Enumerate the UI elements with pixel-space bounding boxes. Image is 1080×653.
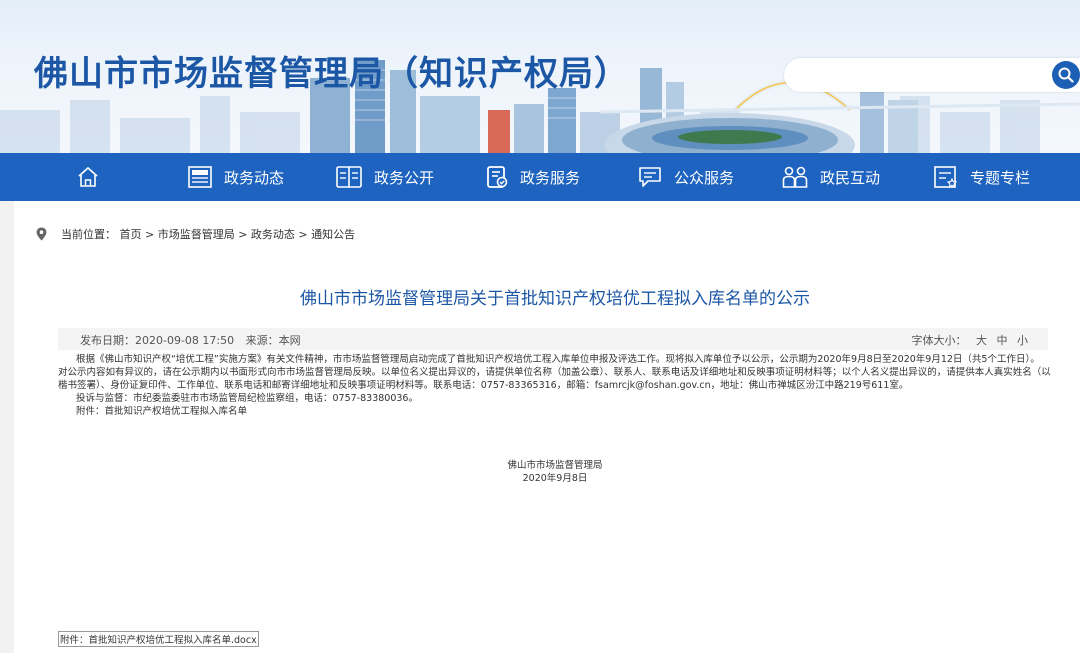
publish-date: 发布日期：2020-09-08 17:50 [80,334,235,347]
service-icon [487,166,508,188]
font-size-label: 字体大小： [911,334,967,347]
search-box[interactable] [784,58,1080,92]
breadcrumb-text[interactable]: 当前位置： 首页 > 市场监督管理局 > 政务动态 > 通知公告 [61,226,355,242]
nav-item-topics[interactable]: 专题专栏 [934,153,1030,201]
article-paragraph: 投诉与监督：市纪委监委驻市市场监管局纪检监察组，电话：0757-83380036… [76,393,418,404]
topic-icon [934,166,958,188]
content-area [0,201,1080,653]
sign-organization: 佛山市市场监督管理局 [507,460,603,471]
search-input[interactable] [798,64,1052,88]
nav-item-service[interactable]: 政务服务 [486,153,580,201]
nav-item-label: 专题专栏 [970,168,1031,187]
nav-item-label: 政务服务 [520,168,581,187]
people-icon [782,166,808,188]
attachment-link[interactable]: 附件：首批知识产权培优工程拟入库名单.docx [58,631,259,647]
search-button[interactable] [1052,61,1080,89]
nav-item-label: 政民互动 [820,168,881,187]
site-title: 佛山市市场监督管理局（知识产权局） [34,54,629,94]
search-icon [1058,67,1074,83]
article-source: 来源：本网 [245,334,301,347]
main-nav: 政务动态 政务公开 政务服务 公众服务 政民互动 专题专栏 [0,153,1080,201]
article-paragraph: 附件：首批知识产权培优工程拟入库名单 [76,406,248,417]
article-paragraph: 对公示内容如有异议的，请在公示期内以书面形式向市市场监督管理局反映。以单位名义提… [58,367,1051,391]
nav-item-public[interactable]: 政务公开 [336,153,434,201]
nav-item-interaction[interactable]: 政民互动 [782,153,880,201]
font-size-large-button[interactable]: 大 [976,334,987,347]
nav-item-public-service[interactable]: 公众服务 [638,153,734,201]
nav-home[interactable] [76,153,112,201]
nav-item-label: 公众服务 [674,168,735,187]
font-size-small-button[interactable]: 小 [1017,334,1028,347]
nav-item-label: 政务动态 [224,168,285,187]
news-icon [188,166,212,188]
article-meta-bar: 发布日期：2020-09-08 17:50 来源：本网 字体大小： 大 中 小 [58,328,1048,350]
article-signature: 佛山市市场监督管理局 2020年9月8日 [500,459,610,485]
nav-item-news[interactable]: 政务动态 [188,153,284,201]
font-size-medium-button[interactable]: 中 [997,334,1008,347]
article-body: 根据《佛山市知识产权“培优工程”实施方案》有关文件精神，市市场监督管理局启动完成… [58,353,1054,418]
location-pin-icon [36,227,47,241]
breadcrumb: 当前位置： 首页 > 市场监督管理局 > 政务动态 > 通知公告 [36,226,355,242]
nav-item-label: 政务公开 [374,168,435,187]
sign-date: 2020年9月8日 [522,473,588,484]
chat-icon [639,167,661,187]
article-title: 佛山市市场监督管理局关于首批知识产权培优工程拟入库名单的公示 [300,289,810,309]
article-paragraph: 根据《佛山市知识产权“培优工程”实施方案》有关文件精神，市市场监督管理局启动完成… [76,354,1040,365]
home-icon [78,166,98,187]
book-icon [336,166,362,188]
